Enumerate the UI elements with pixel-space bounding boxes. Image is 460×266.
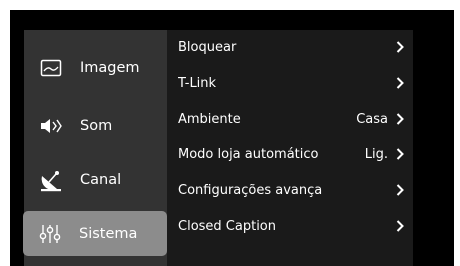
sidebar-item-label: Som [80, 117, 113, 134]
menu-item-label: Modo loja automático [178, 146, 319, 162]
chevron-right-icon [394, 183, 404, 197]
chevron-right-icon [394, 112, 404, 126]
chevron-right-icon [394, 219, 404, 233]
settings-sidebar: Imagem Som Canal Sistema [23, 30, 176, 266]
sidebar-item-label: Sistema [79, 225, 138, 242]
chevron-right-icon [394, 76, 404, 90]
chevron-right-icon [394, 40, 404, 54]
menu-item-label: T-Link [178, 75, 217, 91]
image-icon [38, 55, 64, 81]
menu-item-label: Closed Caption [178, 218, 276, 234]
menu-item-label: Ambiente [178, 111, 241, 127]
sidebar-item-imagem[interactable]: Imagem [24, 45, 176, 90]
menu-item-value: Lig. [364, 146, 388, 162]
menu-item-t-link[interactable]: T-Link [178, 69, 404, 97]
sidebar-item-label: Imagem [80, 59, 140, 76]
sliders-icon [37, 221, 63, 247]
menu-item-ambiente[interactable]: Ambiente Casa [178, 105, 404, 133]
sidebar-item-sistema[interactable]: Sistema [23, 211, 167, 256]
sidebar-item-label: Canal [80, 171, 122, 188]
menu-item-configuracoes-avancadas[interactable]: Configurações avança [178, 176, 404, 204]
speaker-icon [38, 113, 64, 139]
menu-item-bloquear[interactable]: Bloquear [178, 33, 404, 61]
menu-item-label: Configurações avança [178, 182, 323, 198]
sidebar-item-canal[interactable]: Canal [24, 157, 176, 202]
satellite-dish-icon [38, 167, 64, 193]
menu-item-label: Bloquear [178, 39, 237, 55]
menu-item-modo-loja-automatico[interactable]: Modo loja automático Lig. [178, 140, 404, 168]
system-submenu: Bloquear T-Link Ambiente Casa Modo loja … [167, 30, 413, 266]
chevron-right-icon [394, 147, 404, 161]
sidebar-item-som[interactable]: Som [24, 103, 176, 148]
tv-screen: Imagem Som Canal Sistema Bloquear T-Link… [10, 10, 454, 266]
menu-item-value: Casa [356, 111, 388, 127]
menu-item-closed-caption[interactable]: Closed Caption [178, 212, 404, 240]
